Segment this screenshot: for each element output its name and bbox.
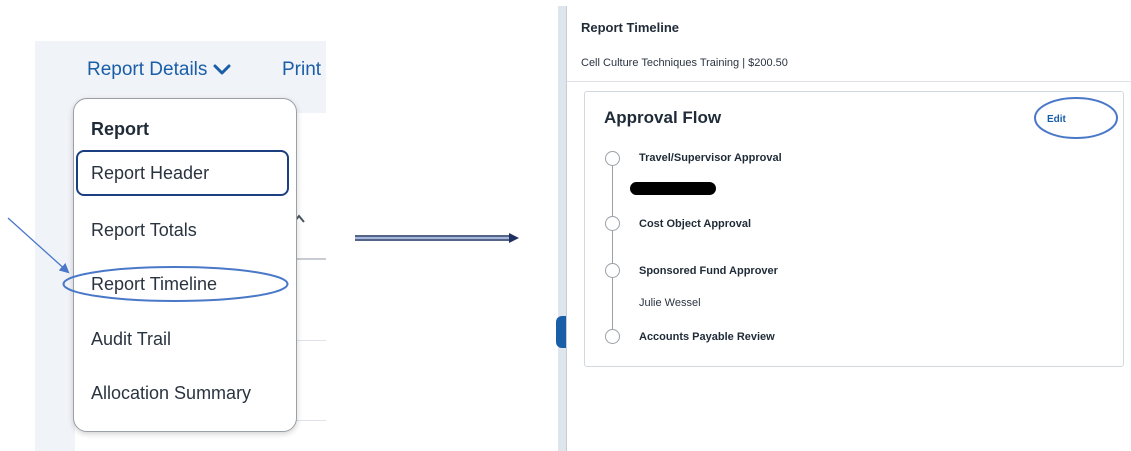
divider [296,420,326,421]
print-link[interactable]: Print [282,59,326,81]
report-details-label: Report Details [87,59,208,80]
menu-item-report-totals[interactable]: Report Totals [91,220,197,241]
step-status-circle [605,151,620,166]
divider [296,258,326,260]
step-connector [612,166,613,216]
dialog-title: Report Timeline [581,20,680,35]
background-button-fragment [556,316,566,348]
menu-item-allocation-summary[interactable]: Allocation Summary [91,383,251,404]
menu-item-report-header[interactable]: Report Header [76,150,289,196]
approval-flow-title: Approval Flow [604,108,722,127]
step-connector [612,278,613,329]
redacted-approver-name [630,182,716,195]
report-details-dropdown[interactable]: Report Details [87,59,231,81]
chevron-down-icon [213,64,231,75]
menu-item-audit-trail[interactable]: Audit Trail [91,329,171,350]
step-label: Accounts Payable Review [639,331,775,343]
right-arrow-icon [355,233,519,243]
divider [567,81,1131,82]
background-page-edge [558,6,566,451]
step-label: Travel/Supervisor Approval [639,152,782,164]
menu-item-label: Report Header [91,162,210,183]
divider [296,340,326,341]
step-status-circle [605,329,620,344]
step-status-circle [605,216,620,231]
annotation-oval [62,266,289,302]
report-timeline-dialog: Report Timeline Cell Culture Techniques … [566,6,1131,451]
step-approver-name: Julie Wessel [639,297,701,309]
step-status-circle [605,263,620,278]
annotation-oval [1034,97,1118,139]
dialog-subtitle: Cell Culture Techniques Training | $200.… [581,57,788,69]
step-label: Cost Object Approval [639,218,752,230]
step-connector [612,231,613,263]
approval-flow-card: Approval Flow Edit Travel/Supervisor App… [584,91,1124,367]
menu-heading: Report [91,119,149,139]
step-label: Sponsored Fund Approver [639,265,778,277]
